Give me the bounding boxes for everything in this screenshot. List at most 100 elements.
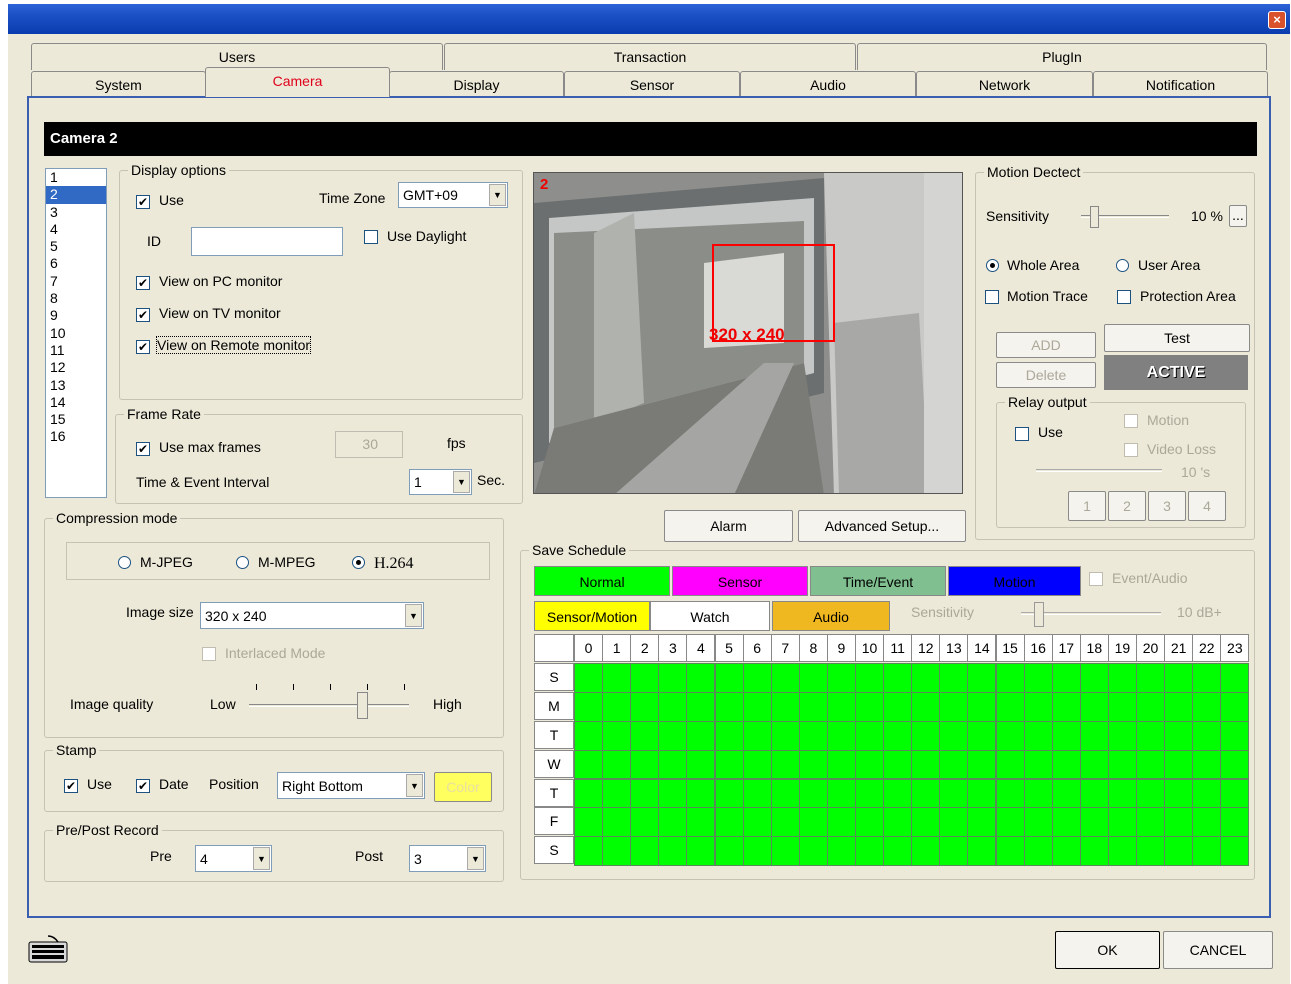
schedule-cell[interactable] xyxy=(1023,778,1053,809)
schedule-cell[interactable] xyxy=(826,720,856,751)
motion-sensitivity-thumb[interactable] xyxy=(1090,206,1099,228)
camera-list-item[interactable]: 14 xyxy=(46,394,106,411)
schedule-cell[interactable] xyxy=(1192,807,1222,838)
protection-area-checkbox[interactable] xyxy=(1117,290,1131,304)
schedule-cell[interactable] xyxy=(911,720,941,751)
schedule-cell[interactable] xyxy=(1136,807,1166,838)
ok-button[interactable]: OK xyxy=(1055,931,1160,969)
schedule-cell[interactable] xyxy=(911,662,941,693)
camera-list-item[interactable]: 8 xyxy=(46,290,106,307)
schedule-cell[interactable] xyxy=(1051,836,1081,867)
schedule-cell[interactable] xyxy=(995,720,1025,751)
schedule-cell[interactable] xyxy=(630,836,660,867)
schedule-cell[interactable] xyxy=(967,778,997,809)
schedule-cell[interactable] xyxy=(714,720,744,751)
legend-sensor[interactable]: Sensor xyxy=(672,566,808,596)
schedule-cell[interactable] xyxy=(911,691,941,722)
camera-list-item[interactable]: 2 xyxy=(46,186,106,204)
schedule-cell[interactable] xyxy=(1051,778,1081,809)
schedule-cell[interactable] xyxy=(967,691,997,722)
tab-display[interactable]: Display xyxy=(389,71,564,98)
tab-audio[interactable]: Audio xyxy=(740,71,916,98)
schedule-cell[interactable] xyxy=(1220,778,1250,809)
schedule-cell[interactable] xyxy=(1107,720,1137,751)
h264-radio[interactable] xyxy=(352,556,365,569)
schedule-cell[interactable] xyxy=(911,836,941,867)
schedule-cell[interactable] xyxy=(658,778,688,809)
camera-list[interactable]: 1 2 3 4 5 6 7 8 9 10 11 12 13 14 15 16 xyxy=(45,168,107,498)
pre-select[interactable]: 4 xyxy=(195,845,272,872)
delete-button[interactable]: Delete xyxy=(996,362,1096,388)
motion-trace-checkbox[interactable] xyxy=(985,290,999,304)
close-button[interactable]: × xyxy=(1268,11,1286,29)
schedule-cell[interactable] xyxy=(1192,720,1222,751)
schedule-cell[interactable] xyxy=(855,836,885,867)
schedule-cell[interactable] xyxy=(967,807,997,838)
schedule-cell[interactable] xyxy=(770,749,800,780)
schedule-cell[interactable] xyxy=(1107,836,1137,867)
schedule-cell[interactable] xyxy=(939,749,969,780)
schedule-cell[interactable] xyxy=(1051,749,1081,780)
schedule-cell[interactable] xyxy=(630,691,660,722)
quality-slider-thumb[interactable] xyxy=(356,692,368,719)
schedule-cell[interactable] xyxy=(1051,807,1081,838)
schedule-cell[interactable] xyxy=(1079,720,1109,751)
schedule-cell[interactable] xyxy=(883,662,913,693)
schedule-cell[interactable] xyxy=(995,778,1025,809)
schedule-cell[interactable] xyxy=(714,807,744,838)
schedule-cell[interactable] xyxy=(911,778,941,809)
tab-sensor[interactable]: Sensor xyxy=(564,71,740,98)
schedule-cell[interactable] xyxy=(826,807,856,838)
schedule-cell[interactable] xyxy=(798,720,828,751)
relay-output-button-1[interactable]: 1 xyxy=(1068,491,1106,521)
schedule-cell[interactable] xyxy=(883,836,913,867)
advanced-setup-button[interactable]: Advanced Setup... xyxy=(798,510,966,542)
schedule-cell[interactable] xyxy=(967,662,997,693)
schedule-cell[interactable] xyxy=(995,807,1025,838)
schedule-cell[interactable] xyxy=(1023,662,1053,693)
schedule-cell[interactable] xyxy=(1079,749,1109,780)
schedule-cell[interactable] xyxy=(1023,691,1053,722)
schedule-cell[interactable] xyxy=(1079,836,1109,867)
schedule-cell[interactable] xyxy=(1192,749,1222,780)
camera-list-item[interactable]: 1 xyxy=(46,169,106,186)
color-button[interactable]: Color xyxy=(434,772,492,802)
legend-audio[interactable]: Audio xyxy=(772,601,890,631)
keyboard-icon[interactable] xyxy=(28,934,70,964)
schedule-cell[interactable] xyxy=(798,691,828,722)
schedule-cell[interactable] xyxy=(798,749,828,780)
schedule-cell[interactable] xyxy=(798,836,828,867)
schedule-cell[interactable] xyxy=(1220,720,1250,751)
camera-list-item[interactable]: 10 xyxy=(46,325,106,342)
schedule-cell[interactable] xyxy=(658,807,688,838)
legend-sensor-motion[interactable]: Sensor/Motion xyxy=(534,601,650,631)
schedule-cell[interactable] xyxy=(855,749,885,780)
camera-list-item[interactable]: 6 xyxy=(46,255,106,272)
user-area-radio[interactable] xyxy=(1116,259,1129,272)
tab-network[interactable]: Network xyxy=(916,71,1093,98)
schedule-cell[interactable] xyxy=(574,720,604,751)
schedule-cell[interactable] xyxy=(826,836,856,867)
schedule-cell[interactable] xyxy=(1192,836,1222,867)
time-zone-select[interactable]: GMT+09 xyxy=(398,182,508,208)
cancel-button[interactable]: CANCEL xyxy=(1163,931,1273,969)
view-pc-checkbox[interactable]: ✔ xyxy=(136,276,150,290)
schedule-cell[interactable] xyxy=(883,807,913,838)
tab-transaction[interactable]: Transaction xyxy=(444,43,856,70)
tab-camera[interactable]: Camera xyxy=(205,67,390,97)
interlaced-checkbox[interactable] xyxy=(202,647,216,661)
relay-video-loss-checkbox[interactable] xyxy=(1124,443,1138,457)
schedule-cell[interactable] xyxy=(630,749,660,780)
schedule-cell[interactable] xyxy=(826,749,856,780)
schedule-cell[interactable] xyxy=(1164,836,1194,867)
legend-time-event[interactable]: Time/Event xyxy=(810,566,946,596)
schedule-cell[interactable] xyxy=(1164,749,1194,780)
schedule-cell[interactable] xyxy=(1079,662,1109,693)
camera-list-item[interactable]: 4 xyxy=(46,221,106,238)
schedule-cell[interactable] xyxy=(714,749,744,780)
use-checkbox[interactable]: ✔ xyxy=(136,195,150,209)
schedule-cell[interactable] xyxy=(1136,778,1166,809)
camera-list-item[interactable]: 12 xyxy=(46,359,106,376)
schedule-cell[interactable] xyxy=(939,836,969,867)
schedule-cell[interactable] xyxy=(1164,662,1194,693)
